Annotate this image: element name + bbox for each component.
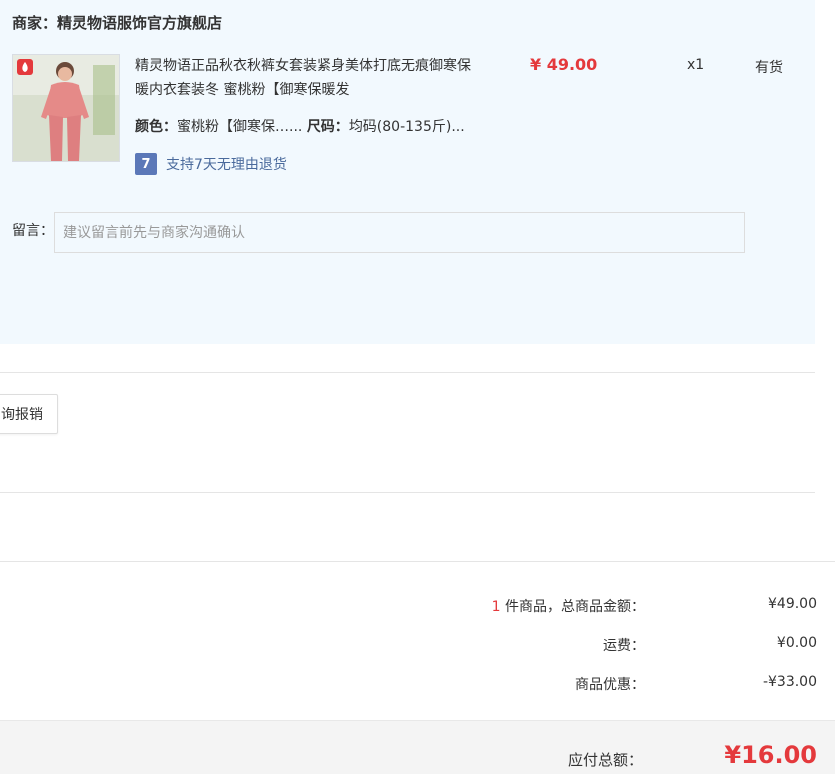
color-label: 颜色： [135, 119, 177, 135]
product-price: ¥ 49.00 [530, 55, 598, 74]
size-label: 尺码： [306, 119, 349, 135]
divider [0, 492, 815, 493]
summary-shipping-row: 运费： ¥0.00 [0, 635, 835, 655]
spec-ellipsis-2: ... [451, 119, 465, 135]
merchant-name[interactable]: 精灵物语服饰官方旗舰店 [57, 14, 222, 32]
product-title[interactable]: 精灵物语正品秋衣秋裤女套装紧身美体打底无痕御寒保暖内衣套装冬 蜜桃粉【御寒保暖发 [135, 54, 475, 102]
items-total-label: 1 件商品，总商品金额： [492, 596, 645, 616]
divider [0, 561, 835, 562]
product-specs: 颜色：蜜桃粉【御寒保暖发热】... 尺码：均码(80-135斤)... [135, 116, 465, 136]
discount-value: -¥33.00 [762, 674, 817, 690]
product-quantity: x1 [687, 57, 705, 73]
total-label: 应付总额： [567, 751, 643, 769]
stock-status: 有货 [755, 60, 783, 76]
divider [0, 372, 815, 373]
spec-ellipsis-1: ... [289, 119, 303, 135]
note-label: 留言： [12, 223, 54, 239]
total-value: ¥16.00 [724, 741, 817, 769]
note-input[interactable] [54, 212, 745, 253]
merchant-label: 商家： [12, 14, 58, 32]
7-day-return-icon: 7 [135, 153, 157, 175]
return-policy: 7 支持7天无理由退货 [135, 152, 287, 176]
shipping-label: 运费： [603, 638, 645, 654]
return-policy-text: 支持7天无理由退货 [166, 157, 287, 173]
item-count: 1 [491, 599, 501, 615]
summary-items-row: 1 件商品，总商品金额： ¥49.00 [0, 596, 835, 616]
store-order-block: 商家：精灵物语服饰官方旗舰店 精灵物语正品秋衣秋裤女套装紧身美体打底无痕御寒保暖… [0, 0, 815, 344]
invoice-button[interactable]: 询报销 [0, 394, 58, 434]
discount-label: 商品优惠： [575, 677, 645, 693]
items-total-value: ¥49.00 [768, 596, 817, 612]
shipping-value: ¥0.00 [776, 635, 817, 651]
summary-discount-row: 商品优惠： -¥33.00 [0, 674, 835, 694]
color-value: 蜜桃粉【御寒保暖发热】 [177, 119, 289, 135]
total-bar: 应付总额： ¥16.00 [0, 720, 835, 774]
items-total-text: 件商品，总商品金额： [500, 599, 645, 615]
product-photo [13, 55, 119, 161]
merchant-line: 商家：精灵物语服饰官方旗舰店 [12, 12, 222, 33]
product-thumbnail[interactable] [12, 54, 120, 162]
size-value: 均码(80-135斤) [348, 119, 452, 135]
